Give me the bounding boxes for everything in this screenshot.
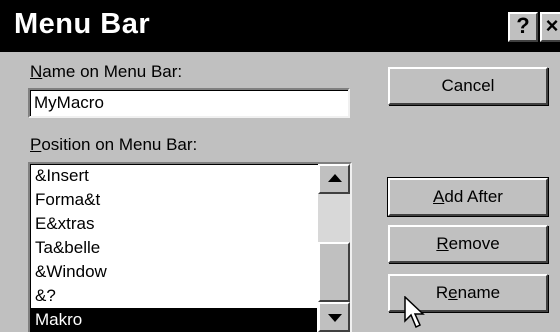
name-input-value: MyMacro [34, 93, 104, 112]
list-item[interactable]: &Insert [31, 164, 317, 188]
menu-bar-dialog: Menu Bar ? × Name on Menu Bar: MyMacro P… [0, 0, 560, 332]
help-icon: ? [516, 13, 530, 38]
vertical-scrollbar[interactable] [318, 164, 350, 332]
add-after-button[interactable]: Add After [387, 177, 549, 217]
position-listbox[interactable]: &Insert Forma&t E&xtras Ta&belle &Window… [28, 162, 352, 332]
rename-button-label: Rename [435, 283, 501, 302]
remove-button-label: Remove [436, 234, 500, 253]
position-on-menu-bar-label: Position on Menu Bar: [30, 135, 198, 154]
scroll-down-button[interactable] [318, 302, 350, 332]
list-item[interactable]: Forma&t [31, 188, 317, 212]
arrow-up-icon [328, 174, 342, 182]
close-button[interactable]: × [540, 12, 560, 42]
name-on-menu-bar-input[interactable]: MyMacro [28, 88, 350, 118]
arrow-down-icon [328, 314, 342, 322]
list-item[interactable]: E&xtras [31, 212, 317, 236]
list-item[interactable]: &Window [31, 260, 317, 284]
position-list-items: &Insert Forma&t E&xtras Ta&belle &Window… [31, 164, 317, 332]
close-icon: × [545, 13, 559, 38]
help-button[interactable]: ? [508, 12, 538, 42]
list-item-selected[interactable]: Makro [31, 308, 317, 332]
title-bar: Menu Bar ? × [0, 0, 560, 52]
mouse-pointer-icon [404, 296, 425, 329]
cancel-button[interactable]: Cancel [388, 67, 548, 105]
add-after-button-label: Add After [433, 187, 503, 206]
cancel-button-label: Cancel [441, 76, 495, 95]
window-title: Menu Bar [14, 8, 151, 40]
list-item[interactable]: &? [31, 284, 317, 308]
remove-button[interactable]: Remove [388, 225, 548, 263]
scroll-up-button[interactable] [318, 164, 350, 194]
name-on-menu-bar-label: Name on Menu Bar: [30, 62, 183, 81]
list-item[interactable]: Ta&belle [31, 236, 317, 260]
scroll-thumb[interactable] [318, 242, 350, 302]
